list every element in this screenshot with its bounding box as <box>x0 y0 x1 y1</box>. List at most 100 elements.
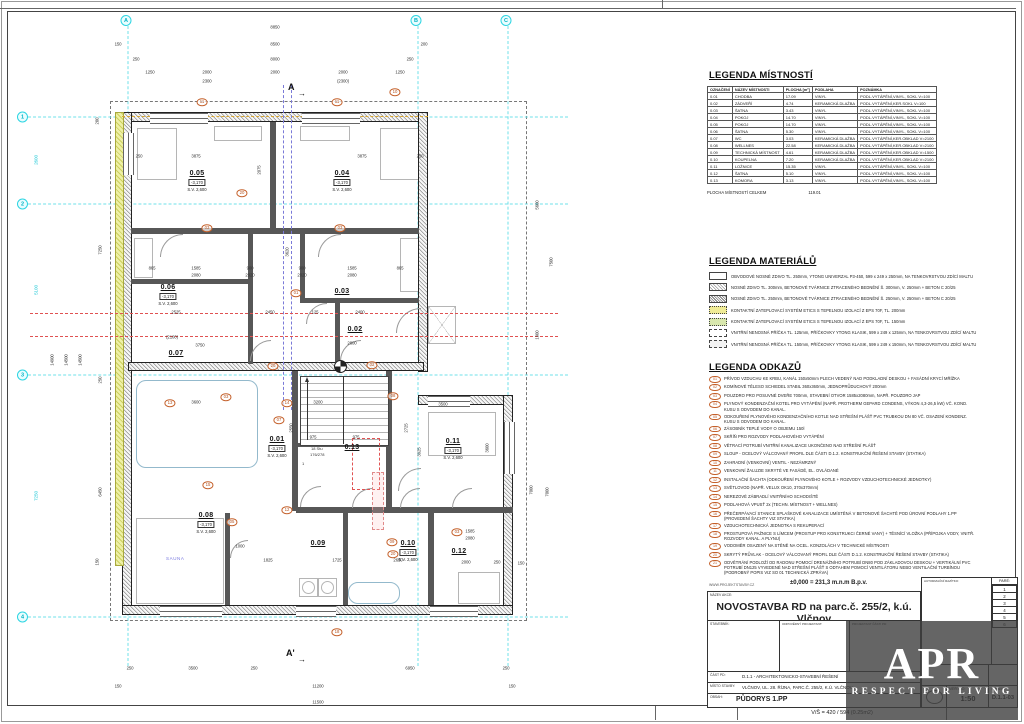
dimension-label: 14500 <box>64 354 69 365</box>
room-note: PODL.VYTÁPĚNÍ,VINYL, SOKL V=100 <box>858 128 937 135</box>
dimension-label: 5600 <box>535 200 540 209</box>
window <box>296 606 336 617</box>
top-strip-line <box>0 8 1016 9</box>
dimension-label: 900 <box>247 266 254 271</box>
grid-row-marker: 4 <box>17 612 28 623</box>
room-floor: VINYL <box>812 163 857 170</box>
dimension-label: 14900 <box>50 354 55 365</box>
window <box>123 133 134 175</box>
pare-label: PARÉ: <box>992 578 1017 585</box>
legend-ref-item: 20 SKRYTÝ PRŮVLAK - OCELOVÝ VÁLCOVANÝ PR… <box>709 552 977 559</box>
ref-number: 21 <box>709 560 721 567</box>
ref-number: 13 <box>709 485 721 492</box>
dimension-label: 865 <box>149 266 156 271</box>
room-area: 17.09 <box>783 93 812 100</box>
room-id: 0.07 <box>708 135 733 142</box>
material-text: NOSNÉ ZDIVO TL. 250mm, BETONOVÉ TVÁRNICE… <box>731 296 956 301</box>
room-area: 15.35 <box>783 163 812 170</box>
room-id: 0.02 <box>708 100 733 107</box>
reference-marker: 07 <box>273 416 284 424</box>
grid-row-marker: 1 <box>17 112 28 123</box>
window <box>430 606 478 617</box>
dimension-label: 250 <box>98 377 103 384</box>
dimension-label: 2400 <box>355 310 364 315</box>
ref-text: PROSTUPOVÁ PAŽNICE S LÍMCEM (PROSTUP PRO… <box>724 531 977 541</box>
room-name: WELLNES <box>732 142 783 149</box>
room-number: 0.04 <box>335 170 350 177</box>
legend-room-row: 0.06 ŠATNA 5.30 VINYL PODL.VYTÁPĚNÍ,VINY… <box>708 128 937 135</box>
room-number: 0.06 <box>161 284 176 291</box>
dimension-label: 2000 <box>461 560 470 565</box>
room-floor: VINYL <box>812 107 857 114</box>
legend-room-row: 0.12 ŠATNA 5.10 VINYL PODL.VYTÁPĚNÍ,VINY… <box>708 170 937 177</box>
legend-ref-item: 16 PŘEČERPÁVACÍ STANICE SPLAŠKOVÉ KANALI… <box>709 511 977 521</box>
legend-room-row: 0.03 ŠATNA 3.43 VINYL PODL.VYTÁPĚNÍ,VINY… <box>708 107 937 114</box>
room-note: PODL.VYTÁPĚNÍ,KER.OBKLAD V=1500 <box>858 149 937 156</box>
ref-number: 10 <box>709 460 721 467</box>
ref-number: 15 <box>709 502 721 509</box>
room-name: ŠATNA <box>732 128 783 135</box>
legend-material-item: NOSNÉ ZDIVO TL. 300mm, BETONOVÉ TVÁRNICE… <box>709 283 974 291</box>
reference-marker: 03 <box>220 393 231 401</box>
window <box>150 113 208 124</box>
legend-ref-item: 07 SKŘÍŇ PRO ROZVODY PODLAHOVÉHO VYTÁPĚN… <box>709 434 977 441</box>
dimension-label: 7250 <box>34 491 39 501</box>
room-name: WC <box>732 135 783 142</box>
reference-marker: 11 <box>332 98 343 106</box>
ref-number: 03 <box>709 393 721 400</box>
dimension-label: 125 <box>312 310 319 315</box>
legend-rooms-table: OZNAČENÍ NÁZEV MÍSTNOSTI PLOCHA [m²] POD… <box>707 86 937 184</box>
pare-number: 5 <box>993 614 1017 621</box>
room-clear-height: S.V. 2,600 <box>158 301 177 306</box>
wall-interior <box>428 513 434 605</box>
room-number: 0.10 <box>401 540 416 547</box>
grid-column-marker: B <box>411 15 422 26</box>
room-label: 0.08 -3,170 S.V. 2,600 <box>196 512 215 534</box>
room-area: 4.74 <box>783 100 812 107</box>
room-area: 5.30 <box>783 128 812 135</box>
section-mark-bottom: A' <box>286 648 295 658</box>
ref-number: 12 <box>709 477 721 484</box>
room-elevation: -3,170 <box>445 447 462 454</box>
room-number: 0.08 <box>199 512 214 519</box>
bathtub <box>348 582 400 604</box>
stamp-label: AUTORIZAČNÍ RAZÍTKO: <box>924 579 959 583</box>
reference-marker: 18 <box>331 628 342 636</box>
room-id: 0.09 <box>708 149 733 156</box>
room-label: 0.03 <box>335 288 350 295</box>
wall-interior <box>292 371 298 511</box>
dimension-label: 1825 <box>263 558 272 563</box>
grid-row-line <box>28 204 568 205</box>
grid-column-marker: C <box>501 15 512 26</box>
dimension-label: 2725 <box>404 423 409 432</box>
room-name: POKOJ <box>732 121 783 128</box>
room-area: 5.10 <box>783 170 812 177</box>
reference-marker: 09 <box>386 538 397 546</box>
ref-text: PLYNOVÝ KONDENZAČNÍ KOTEL PRO VYTÁPĚNÍ (… <box>724 401 977 411</box>
dimension-label: 2800 <box>347 341 356 346</box>
grid-row-line <box>28 375 568 376</box>
legend-room-row: 0.02 ZÁDVEŘÍ 4.74 KERAMICKÁ DLAŽBA PODL.… <box>708 100 937 107</box>
room-floor: VINYL <box>812 128 857 135</box>
room-note: PODL.VYTÁPĚNÍ,VINYL, SOKL V=100 <box>858 177 937 184</box>
room-note: PODL.VYTÁPĚNÍ,VINYL, SOKL V=100 <box>858 107 937 114</box>
room-number: 0.13 <box>345 444 360 451</box>
dimension-label: 3600 <box>191 400 200 405</box>
ref-text: SKRYTÝ PRŮVLAK - OCELOVÝ VÁLCOVANÝ PROFI… <box>724 552 949 557</box>
website: WWW.PROJEKTSTAVBY.CZ <box>709 583 754 587</box>
legend-room-row: 0.10 KOUPELNA 7.20 KERAMICKÁ DLAŽBA PODL… <box>708 156 937 163</box>
reference-marker: 10 <box>389 88 400 96</box>
ref-text: VODOMĚR OSAZENÝ NA STĚNĚ NA OCEL. KONZOL… <box>724 543 889 548</box>
room-area: 14.70 <box>783 114 812 121</box>
dimension-label: 7250 <box>98 245 103 254</box>
wall-interior <box>300 298 419 303</box>
legend-material-item: KONTAKTNÍ ZATEPLOVACÍ SYSTÉM ETICS S TEP… <box>709 306 974 314</box>
reference-marker: 02 <box>366 361 377 369</box>
wall-interior <box>131 228 419 234</box>
material-swatch <box>709 283 727 291</box>
ref-text: INSTALAČNÍ ŠACHTA (ODKOUŘENÍ PLYNOVÉHO K… <box>724 477 931 482</box>
dimension-label: 3750 <box>195 343 204 348</box>
ref-number: 07 <box>709 434 721 441</box>
dimension-label: 150 <box>115 684 122 689</box>
reference-marker: 01 <box>290 289 301 297</box>
